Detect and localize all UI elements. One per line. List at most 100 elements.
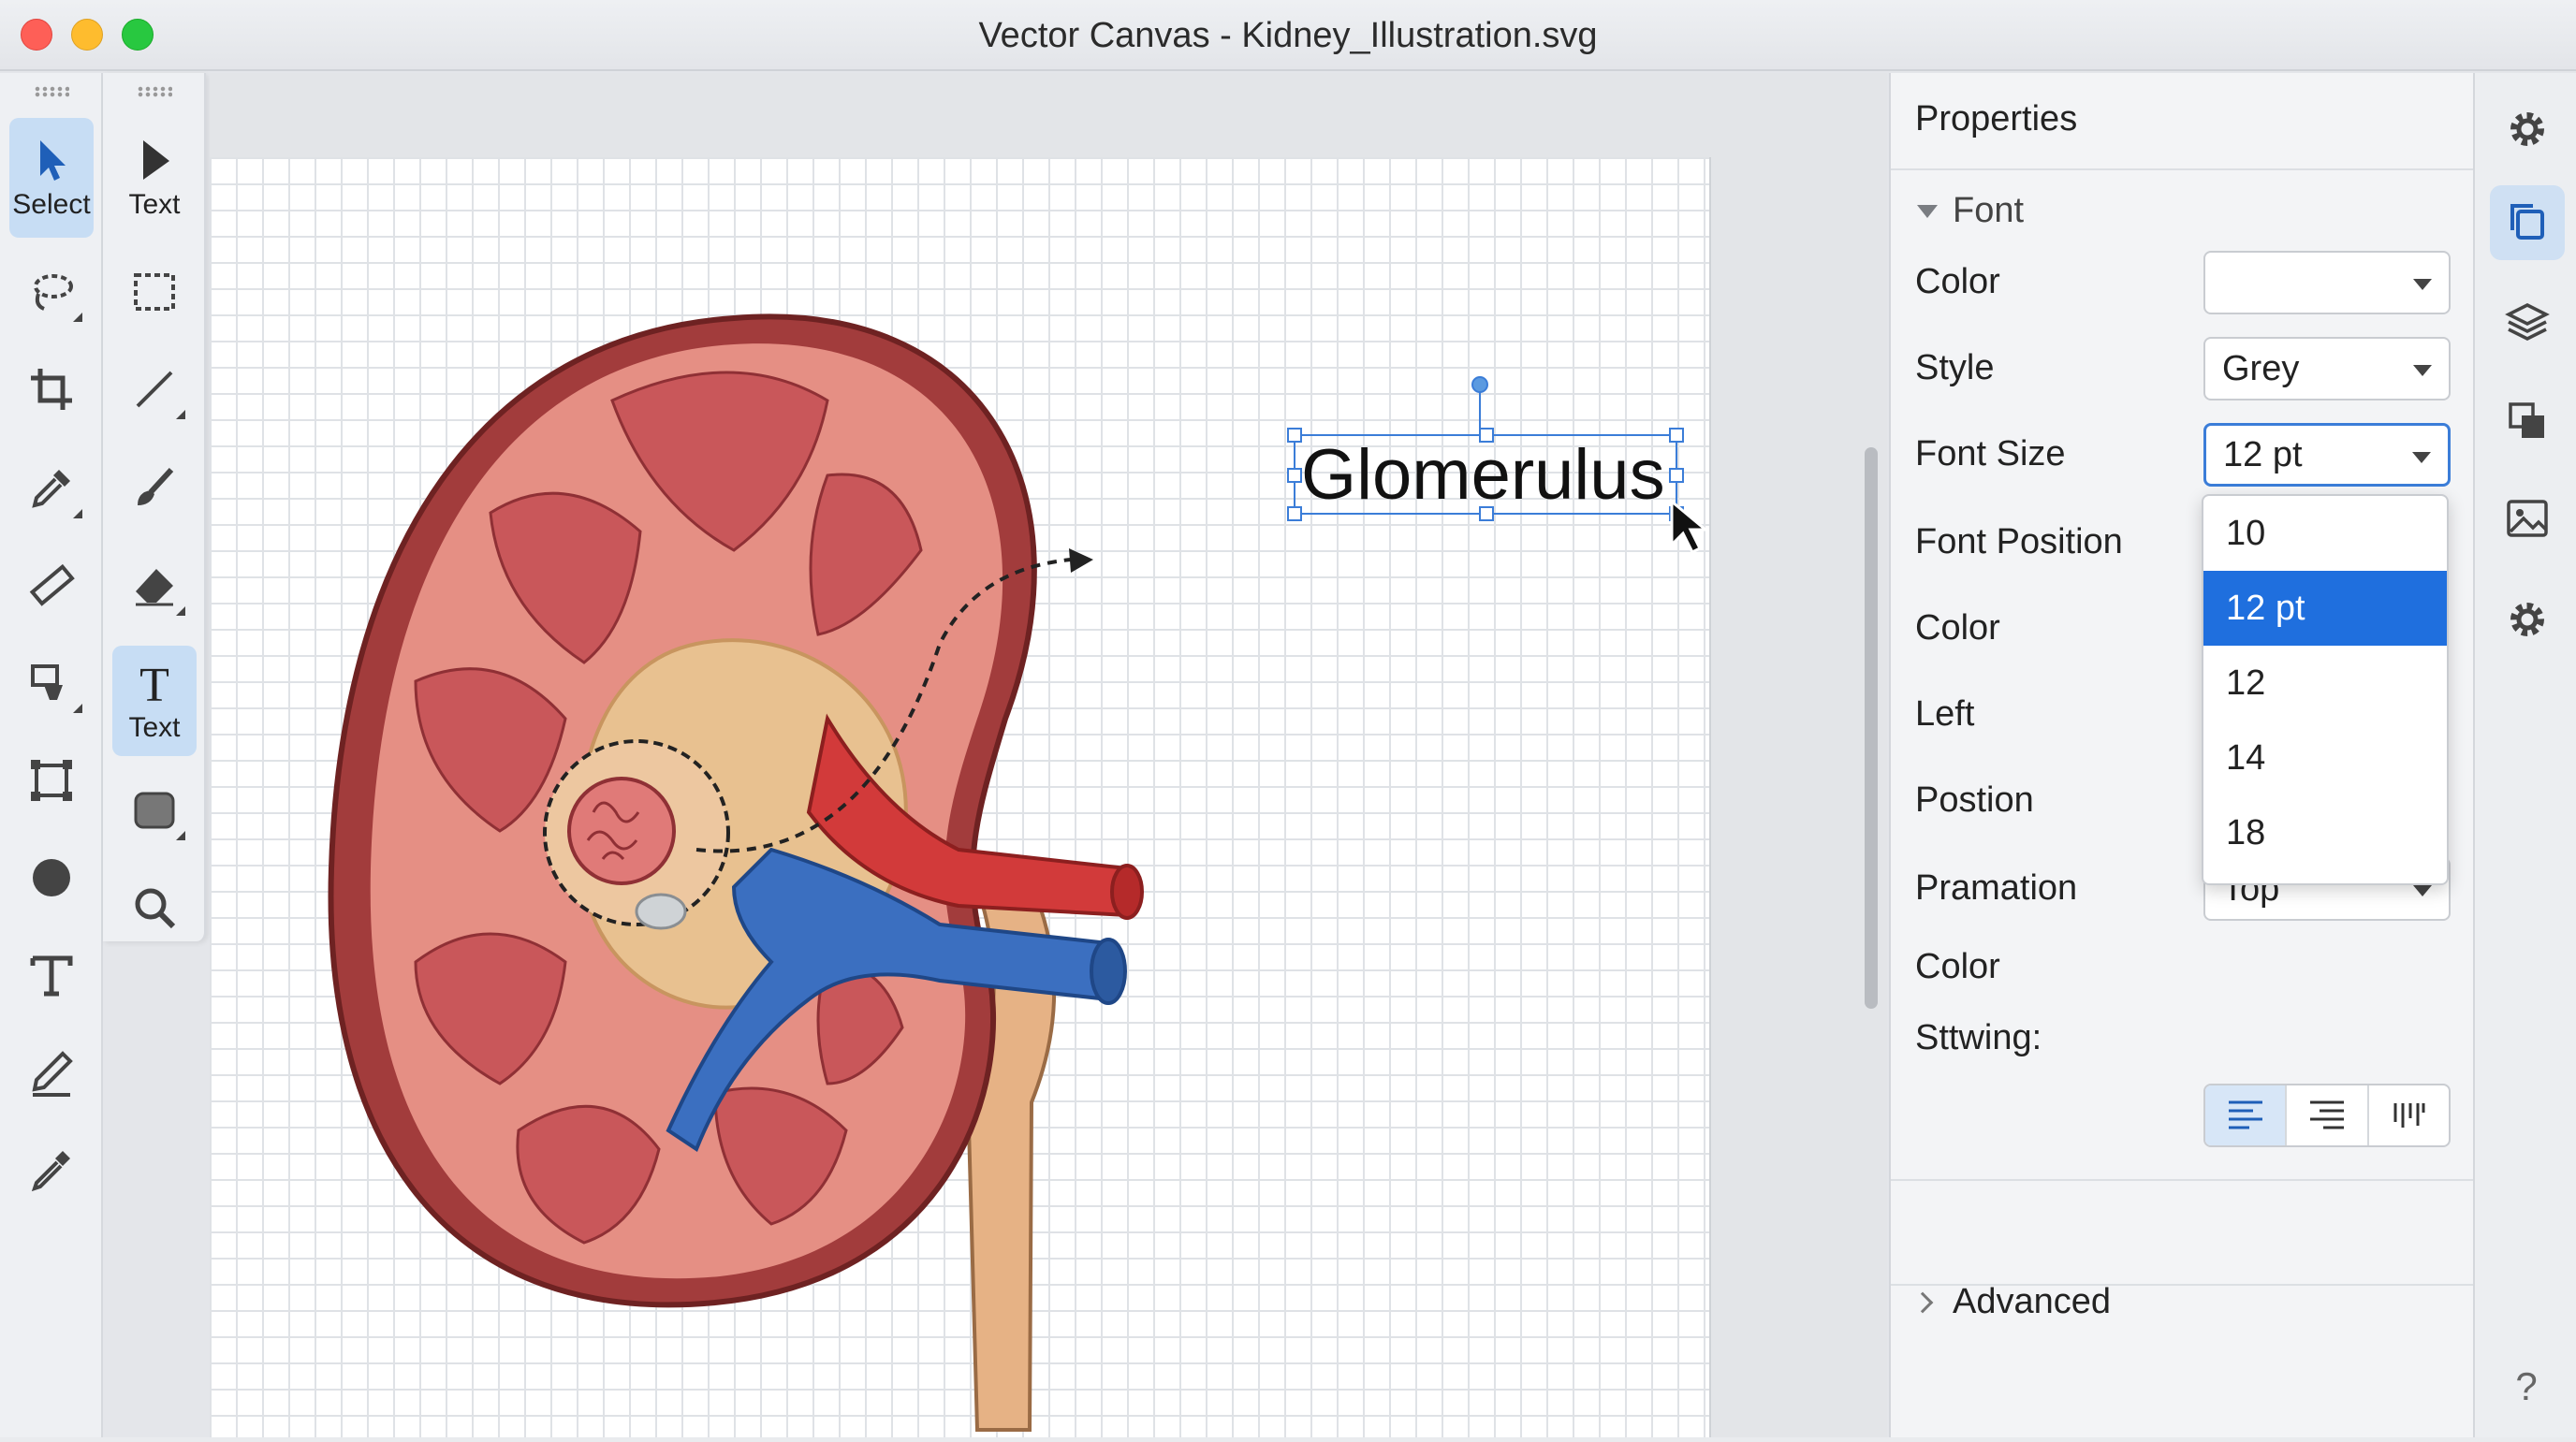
chevron-down-icon	[2413, 279, 2432, 290]
canvas-area[interactable]: Glomerulus	[210, 73, 1887, 1437]
image-icon	[2507, 500, 2548, 537]
glomerulus-text-object[interactable]: Glomerulus	[1287, 376, 1684, 521]
swap-colors-button[interactable]	[2490, 384, 2565, 459]
font-section-label: Font	[1953, 191, 2025, 230]
copy-icon	[2510, 204, 2544, 240]
color-label: Color	[1915, 262, 2000, 301]
vertical-text-icon	[2393, 1103, 2425, 1128]
marquee-icon	[134, 273, 175, 311]
direct-select-arrow-icon	[143, 140, 169, 180]
canvas-vertical-scrollbar[interactable]	[1865, 447, 1878, 1009]
ruler-tool[interactable]	[9, 541, 94, 631]
line-tool[interactable]	[112, 344, 197, 434]
ellipse-tool[interactable]	[9, 833, 94, 923]
style-label: Style	[1915, 348, 1995, 387]
color-label-2: Color	[1915, 608, 2000, 648]
eraser-icon	[136, 569, 173, 606]
disclosure-triangle-icon	[1917, 204, 1938, 218]
divider	[1891, 1284, 2475, 1286]
color-label-3: Color	[1915, 947, 2000, 986]
resize-handle-tm[interactable]	[1479, 428, 1494, 443]
resize-handle-ml[interactable]	[1287, 468, 1302, 483]
line-icon	[136, 371, 173, 408]
rounded-rect-tool[interactable]	[112, 765, 197, 855]
paint-bucket-icon	[31, 664, 63, 700]
toolbox-grip[interactable]	[34, 86, 69, 97]
resize-handle-bl[interactable]	[1287, 506, 1302, 521]
resize-handle-tl[interactable]	[1287, 428, 1302, 443]
title-bar: Vector Canvas - Kidney_Illustration.svg	[0, 0, 2576, 71]
rotation-handle-knob[interactable]	[1471, 376, 1488, 393]
text-tool-label: Text	[128, 712, 181, 743]
vertical-text-button[interactable]	[2369, 1085, 2449, 1145]
lasso-icon	[34, 274, 73, 311]
transform-tool[interactable]	[9, 736, 94, 825]
font-position-label: Font Position	[1915, 522, 2123, 561]
crop-tool[interactable]	[9, 344, 94, 434]
transform-icon	[31, 760, 72, 801]
settings-button[interactable]	[2490, 92, 2565, 167]
rectangle-select-tool[interactable]	[112, 247, 197, 337]
glomerulus	[567, 777, 676, 885]
select-tool[interactable]: Select	[9, 118, 94, 238]
brush-tool[interactable]	[112, 444, 197, 533]
gear-icon	[2510, 603, 2544, 636]
resize-handle-bm[interactable]	[1479, 506, 1494, 521]
rounded-rectangle-icon	[134, 792, 175, 829]
resize-handle-mr[interactable]	[1669, 468, 1684, 483]
font-size-option[interactable]: 12	[2203, 646, 2447, 721]
align-right-button[interactable]	[2287, 1085, 2369, 1145]
mouse-cursor-icon	[1670, 498, 1709, 555]
position-label: Postion	[1915, 780, 2034, 820]
text-tool[interactable]: T Text	[112, 646, 197, 756]
eraser-tool[interactable]	[112, 541, 197, 631]
sttwing-label: Sttwing:	[1915, 1018, 2042, 1057]
align-left-button[interactable]	[2205, 1085, 2288, 1145]
style-value: Grey	[2222, 349, 2300, 388]
renal-vein-opening	[1090, 938, 1127, 1005]
font-size-option[interactable]: 14	[2203, 721, 2447, 795]
kidney-stone	[635, 893, 687, 930]
layers-button[interactable]	[2490, 284, 2565, 359]
color-select[interactable]	[2203, 251, 2451, 314]
copy-panel-button[interactable]	[2490, 185, 2565, 260]
lasso-tool[interactable]	[9, 247, 94, 337]
text-t-icon	[30, 955, 73, 997]
kidney-illustration[interactable]	[210, 157, 1711, 1437]
image-button[interactable]	[2490, 481, 2565, 556]
font-size-option[interactable]: 10	[2203, 496, 2447, 571]
pen-icon	[32, 1051, 73, 1097]
divider	[1891, 168, 2475, 170]
primary-toolbox: Select	[0, 73, 103, 1437]
font-section-header[interactable]: Font	[1917, 191, 2024, 231]
swap-icon	[2509, 402, 2544, 438]
ruler-icon	[29, 563, 75, 606]
gear-icon	[2510, 112, 2544, 146]
pipette-icon	[31, 1151, 70, 1192]
font-size-option-selected[interactable]: 12 pt	[2203, 571, 2447, 646]
glomerulus-label[interactable]: Glomerulus	[1301, 438, 1665, 513]
pramation-label: Pramation	[1915, 868, 2078, 908]
font-size-label: Font Size	[1915, 434, 2066, 473]
advanced-section-header[interactable]: Advanced	[1911, 1282, 2111, 1322]
direct-select-tool[interactable]: Text	[112, 118, 197, 238]
style-select[interactable]: Grey	[2203, 337, 2451, 401]
chevron-right-icon	[1911, 1291, 1934, 1313]
artboard[interactable]: Glomerulus	[210, 157, 1711, 1437]
pipette-tool[interactable]	[9, 1125, 94, 1215]
chevron-down-icon	[2413, 365, 2432, 376]
pen-tool[interactable]	[9, 1027, 94, 1117]
font-size-value: 12 pt	[2223, 435, 2303, 474]
font-size-option[interactable]: 18	[2203, 795, 2447, 870]
font-size-select[interactable]: 12 pt	[2203, 423, 2451, 487]
leader-arrowhead	[1069, 548, 1093, 573]
paint-bucket-tool[interactable]	[9, 638, 94, 728]
eyedropper-tool[interactable]	[9, 444, 94, 533]
text-tool-primary[interactable]	[9, 930, 94, 1020]
preferences-button[interactable]	[2490, 582, 2565, 657]
resize-handle-tr[interactable]	[1669, 428, 1684, 443]
zoom-tool[interactable]	[112, 863, 197, 953]
svg-text:T: T	[139, 659, 169, 710]
help-button[interactable]: ?	[2475, 1364, 2576, 1409]
toolbox-grip-secondary[interactable]	[137, 86, 172, 97]
